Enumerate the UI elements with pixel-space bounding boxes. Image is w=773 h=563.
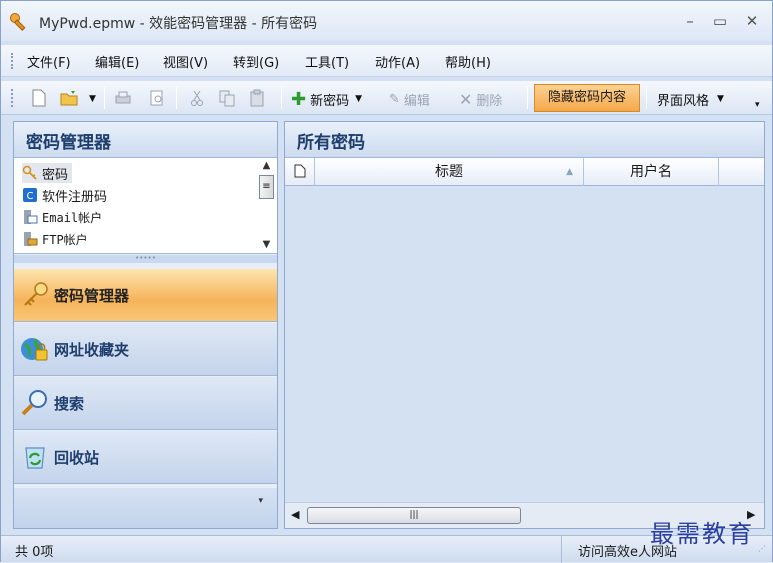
sort-ascending-icon: ▲ — [566, 167, 573, 177]
close-button[interactable]: ✕ — [739, 10, 765, 32]
column-header-username[interactable]: 用户名 — [584, 158, 719, 186]
category-list: 密码 C 软件注册码 Email帐户 FTP帐户 ▲ ≡ ▼ — [14, 158, 277, 254]
magnifier-icon — [21, 390, 47, 416]
new-document-icon[interactable] — [29, 88, 49, 108]
menu-help[interactable]: 帮助(H) — [445, 52, 491, 71]
scroll-thumb[interactable]: ||| — [307, 507, 521, 524]
chevron-down-icon[interactable]: ▼ — [355, 94, 362, 104]
resize-grip-icon[interactable]: ⋰ — [758, 544, 766, 553]
menu-grip[interactable] — [11, 53, 14, 69]
print-preview-icon[interactable] — [147, 88, 167, 108]
minimize-button[interactable]: – — [677, 10, 703, 32]
category-label: 软件注册码 — [42, 189, 108, 205]
item-count: 共 0项 — [15, 545, 54, 560]
nav-password-manager[interactable]: 密码管理器 — [14, 269, 277, 322]
menu-goto[interactable]: 转到(G) — [233, 52, 279, 71]
scroll-down-arrow-icon[interactable]: ▼ — [258, 239, 275, 250]
column-label: 用户名 — [630, 164, 672, 180]
toolbar-separator — [104, 87, 105, 109]
nav-url-favorites[interactable]: 网址收藏夹 — [14, 323, 277, 376]
nav-search[interactable]: 搜索 — [14, 377, 277, 430]
toolbar-separator — [176, 87, 177, 109]
maximize-button[interactable]: ▭ — [707, 10, 733, 32]
content-panel-title: 所有密码 — [285, 122, 764, 158]
category-label: 密码 — [42, 167, 69, 183]
menu-edit[interactable]: 编辑(E) — [95, 52, 139, 71]
globe-lock-icon — [21, 338, 48, 361]
svg-text:C: C — [27, 191, 34, 202]
hide-password-content-button[interactable]: 隐藏密码内容 — [534, 84, 640, 112]
configure-buttons-icon[interactable]: ▾ — [258, 496, 263, 506]
toolbar: ▼ ✚ 新密码 ▼ ✎ 编辑 ✕ 删除 隐藏密码内容 界面风格 ▼ ▾ — [1, 81, 772, 115]
column-header-type[interactable] — [285, 158, 315, 186]
recycle-bin-icon — [25, 447, 45, 469]
grid-body[interactable] — [285, 186, 764, 502]
toolbar-separator — [646, 87, 647, 109]
grid-header: 标题 ▲ 用户名 — [285, 158, 764, 186]
ui-style-button[interactable]: 界面风格 ▼ — [657, 89, 724, 109]
panel-splitter[interactable]: ••••• — [14, 255, 277, 263]
cut-icon[interactable] — [187, 88, 207, 108]
paste-icon[interactable] — [247, 88, 267, 108]
navigation-panel: 密码管理器 密码 C 软件注册码 Email帐户 FTP帐户 ▲ ≡ ▼ •••… — [13, 121, 278, 529]
menu-file[interactable]: 文件(F) — [27, 52, 71, 71]
print-icon[interactable] — [113, 88, 133, 108]
main-window: MyPwd.epmw - 效能密码管理器 - 所有密码 – ▭ ✕ 文件(F) … — [0, 0, 773, 563]
toolbar-overflow-icon[interactable]: ▾ — [755, 95, 760, 115]
watermark-text: 最需教育 — [650, 520, 754, 548]
column-label: 标题 — [435, 164, 463, 180]
delete-button[interactable]: ✕ 删除 — [459, 89, 502, 109]
category-item-password[interactable]: 密码 — [22, 163, 73, 183]
delete-label: 删除 — [476, 93, 503, 109]
navigation-panel-title: 密码管理器 — [14, 122, 277, 158]
key-icon — [10, 13, 26, 31]
copy-icon[interactable] — [217, 88, 237, 108]
nav-label: 密码管理器 — [54, 286, 130, 305]
toolbar-grip[interactable] — [11, 89, 14, 107]
column-header-title[interactable]: 标题 ▲ — [315, 158, 584, 186]
key-icon — [22, 165, 37, 180]
ui-style-label: 界面风格 — [657, 93, 710, 109]
content-panel: 所有密码 标题 ▲ 用户名 ◀ ||| ▶ — [284, 121, 765, 529]
column-header-blank — [719, 158, 764, 186]
new-password-button[interactable]: ✚ 新密码 ▼ — [291, 88, 362, 110]
toolbar-separator — [281, 87, 282, 109]
category-item-software[interactable]: C 软件注册码 — [22, 185, 107, 205]
open-folder-icon[interactable] — [59, 88, 79, 108]
edit-icon: ✎ — [389, 91, 400, 107]
menu-bar: 文件(F) 编辑(E) 视图(V) 转到(G) 工具(T) 动作(A) 帮助(H… — [1, 45, 772, 77]
open-dropdown-arrow[interactable]: ▼ — [89, 89, 96, 109]
title-bar: MyPwd.epmw - 效能密码管理器 - 所有密码 – ▭ ✕ — [1, 1, 772, 41]
new-password-label: 新密码 — [310, 93, 350, 109]
key-icon — [24, 282, 48, 306]
nav-recycle-bin[interactable]: 回收站 — [14, 431, 277, 484]
toolbar-separator — [527, 87, 528, 109]
edit-button[interactable]: ✎ 编辑 — [389, 89, 430, 109]
software-icon: C — [23, 188, 37, 202]
delete-icon: ✕ — [459, 89, 473, 109]
scroll-left-arrow-icon[interactable]: ◀ — [291, 508, 299, 521]
email-icon — [24, 210, 38, 224]
edit-label: 编辑 — [403, 93, 430, 109]
ftp-icon — [24, 232, 38, 246]
category-scrollbar[interactable]: ▲ ≡ ▼ — [258, 160, 275, 250]
menu-view[interactable]: 视图(V) — [163, 52, 208, 71]
menu-tools[interactable]: 工具(T) — [305, 52, 349, 71]
nav-label: 网址收藏夹 — [54, 340, 130, 359]
window-title: MyPwd.epmw - 效能密码管理器 - 所有密码 — [39, 16, 318, 32]
scroll-thumb[interactable]: ≡ — [259, 175, 274, 199]
chevron-down-icon[interactable]: ▼ — [717, 94, 724, 104]
scroll-up-arrow-icon[interactable]: ▲ — [258, 160, 275, 171]
nav-pane-footer: ▾ — [14, 488, 277, 528]
category-item-ftp[interactable]: FTP帐户 — [22, 229, 88, 249]
category-label: Email帐户 — [42, 210, 103, 225]
category-label: FTP帐户 — [42, 232, 88, 247]
nav-label: 回收站 — [54, 448, 100, 467]
plus-icon: ✚ — [291, 88, 307, 110]
nav-label: 搜索 — [54, 394, 85, 413]
category-item-email[interactable]: Email帐户 — [22, 207, 102, 227]
document-icon — [294, 164, 305, 178]
menu-action[interactable]: 动作(A) — [375, 52, 420, 71]
